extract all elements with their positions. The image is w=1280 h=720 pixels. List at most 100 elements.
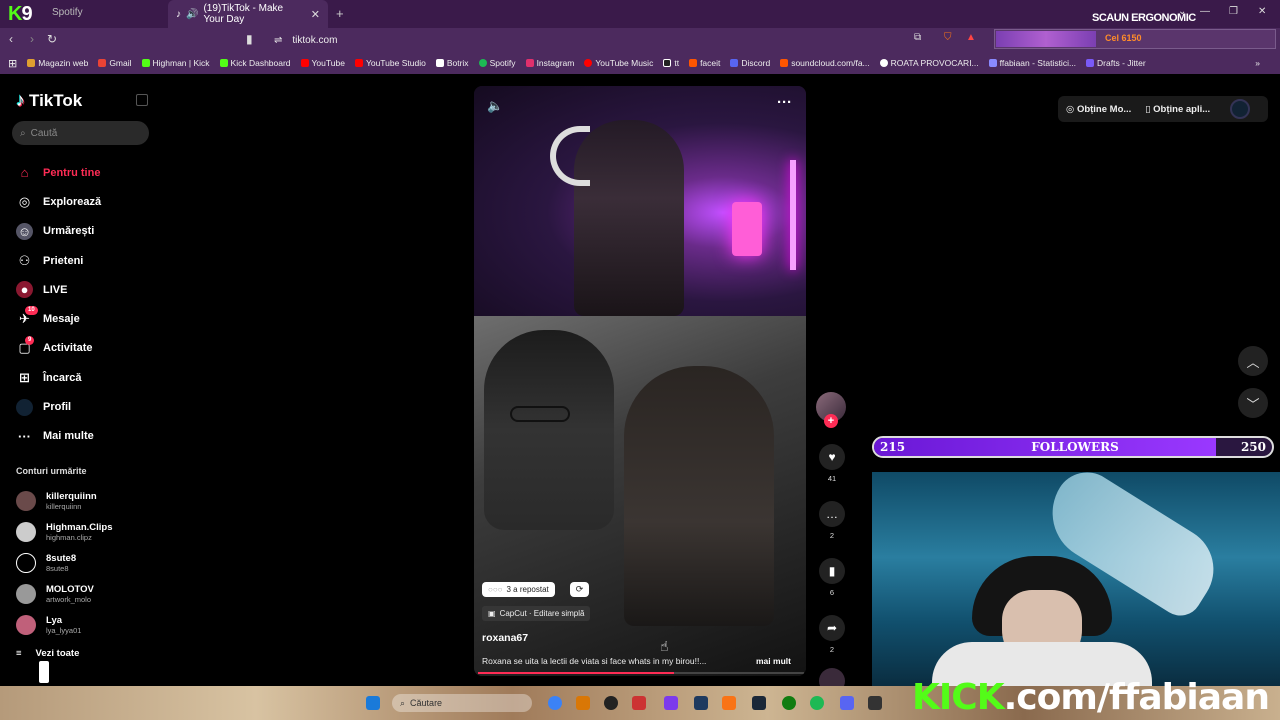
bookmark-item[interactable]: Magazin web xyxy=(27,58,88,68)
spotify-icon[interactable] xyxy=(810,696,824,710)
bookmark-item[interactable]: Botrix xyxy=(435,58,469,68)
repost-icon[interactable]: ⟳ xyxy=(570,582,589,597)
apps-grid-icon[interactable]: ⊞ xyxy=(8,57,17,70)
save-icon[interactable]: ▮ xyxy=(819,558,845,584)
forward-button[interactable]: › xyxy=(30,32,34,46)
app-icon[interactable] xyxy=(868,696,882,710)
see-all-button[interactable]: ≡ Vezi toate xyxy=(16,648,79,659)
more-link[interactable]: mai mult xyxy=(756,656,791,666)
video-options-icon[interactable]: ··· xyxy=(777,94,792,111)
bookmark-item[interactable]: Spotify xyxy=(478,58,516,68)
app-icon[interactable] xyxy=(632,696,646,710)
chrome-icon[interactable] xyxy=(548,696,562,710)
folder-icon[interactable] xyxy=(576,696,590,710)
bookmark-item[interactable]: ffabiaan - Statistici... xyxy=(988,58,1076,68)
bookmark-item[interactable]: ROATA PROVOCARI... xyxy=(879,58,979,68)
repost-pill[interactable]: ○○○ 3 a repostat xyxy=(482,582,555,597)
video-progress-bar[interactable] xyxy=(478,672,804,674)
xbox-icon[interactable] xyxy=(782,696,796,710)
chevron-down-icon[interactable]: ﹀ xyxy=(1238,388,1268,418)
bookmark-item[interactable]: faceit xyxy=(689,58,720,68)
more-icon: ··· xyxy=(18,428,31,444)
sidebar-item-friends[interactable]: ⚇ Prieteni xyxy=(16,246,101,275)
sidebar-item-more[interactable]: ··· Mai multe xyxy=(16,422,101,451)
translate-icon[interactable]: ⧉ xyxy=(914,32,921,43)
steam-icon[interactable] xyxy=(752,696,766,710)
brave-rewards-icon[interactable]: ▲ xyxy=(966,32,976,43)
live-icon: ● xyxy=(16,281,33,299)
brave-icon[interactable] xyxy=(722,696,736,710)
wheel-icon xyxy=(879,59,888,67)
jitter-icon xyxy=(1086,59,1095,67)
share-icon[interactable]: ➦ xyxy=(819,615,845,641)
list-item[interactable]: Lya lya_lyya01 xyxy=(16,609,113,640)
volume-icon[interactable]: 🔈 xyxy=(487,98,503,114)
tab-spotify[interactable]: Spotify xyxy=(52,7,83,18)
capcut-tag[interactable]: ▣ CapCut · Editare simplă xyxy=(482,606,591,621)
video-author[interactable]: roxana67 xyxy=(482,632,528,644)
sidebar-item-activity[interactable]: ▢ 9 Activitate xyxy=(16,334,101,363)
url-field[interactable]: ⇌ tiktok.com xyxy=(266,30,986,50)
maximize-button[interactable]: ❐ xyxy=(1229,6,1238,17)
list-item[interactable]: 8sute8 8sute8 xyxy=(16,548,113,579)
sidebar-item-messages[interactable]: ✈ 10 Mesaje xyxy=(16,304,101,333)
bookmark-item[interactable]: Discord xyxy=(730,58,770,68)
site-info-icon[interactable]: ⇌ xyxy=(274,35,282,46)
bookmark-item[interactable]: soundcloud.com/fa... xyxy=(780,58,870,68)
tab-list-chevron-icon[interactable]: ⌄ xyxy=(1178,6,1186,17)
bookmark-item[interactable]: YouTube Music xyxy=(584,58,653,68)
bookmark-item[interactable]: Instagram xyxy=(525,58,574,68)
bookmark-item[interactable]: Gmail xyxy=(98,58,132,68)
sidebar-item-for-you[interactable]: ⌂ Pentru tine xyxy=(16,158,101,187)
new-tab-button[interactable]: + xyxy=(336,6,344,21)
bookmark-item[interactable]: Kick Dashboard xyxy=(219,58,291,68)
video-actions: + ♥ 41 … 2 ▮ 6 ➦ 2 xyxy=(816,392,848,694)
profile-avatar[interactable] xyxy=(1230,99,1251,119)
follow-plus-icon[interactable]: + xyxy=(824,414,838,428)
reload-button[interactable]: ↻ xyxy=(47,32,57,46)
taskbar-search[interactable]: ⌕ Căutare xyxy=(392,694,532,712)
collapse-sidebar-icon[interactable] xyxy=(136,94,148,106)
sidebar-item-profile[interactable]: Profil xyxy=(16,392,101,421)
tiktok-icon xyxy=(663,59,672,67)
headphones-shape xyxy=(550,126,590,186)
brave-shield-icon[interactable]: ⛉ xyxy=(944,32,952,43)
bookmark-item[interactable]: tt xyxy=(663,58,679,68)
back-button[interactable]: ‹ xyxy=(9,32,13,46)
extension-banner xyxy=(996,31,1096,47)
minimize-button[interactable]: — xyxy=(1200,6,1210,17)
creator-avatar[interactable]: + xyxy=(816,392,846,428)
sidebar-item-explore[interactable]: ◎ Explorează xyxy=(16,187,101,216)
app-icon[interactable] xyxy=(694,696,708,710)
video-player[interactable]: 🔈 ··· ○○○ 3 a repostat ⟳ ▣ CapCut · Edit… xyxy=(474,86,806,676)
chevron-up-icon[interactable]: ︿ xyxy=(1238,346,1268,376)
tab-tiktok[interactable]: ♪ 🔊 (19)TikTok - Make Your Day ✕ xyxy=(168,0,328,28)
bookmark-item[interactable]: Highman | Kick xyxy=(141,58,210,68)
bookmark-item[interactable]: YouTube Studio xyxy=(354,58,426,68)
search-input[interactable]: ⌕ Caută xyxy=(12,121,149,145)
obs-icon[interactable] xyxy=(604,696,618,710)
home-icon: ⌂ xyxy=(20,165,29,181)
windows-start-icon[interactable] xyxy=(366,696,380,710)
extension-strip[interactable]: Cel 6150 xyxy=(994,29,1276,49)
more-bookmarks-icon[interactable]: » xyxy=(1255,58,1260,68)
tiktok-logo[interactable]: ♪ TikTok xyxy=(16,90,82,111)
bookmark-item[interactable]: YouTube xyxy=(300,58,345,68)
sidebar-item-upload[interactable]: ⊞ Încarcă xyxy=(16,363,101,392)
get-app-button[interactable]: ▯ Obține apli... xyxy=(1145,104,1210,115)
tab-close-icon[interactable]: ✕ xyxy=(311,8,320,21)
sidebar-item-following[interactable]: ☺ Urmărești xyxy=(16,217,101,246)
close-window-button[interactable]: ✕ xyxy=(1258,6,1266,17)
like-icon[interactable]: ♥ xyxy=(819,444,845,470)
list-item[interactable]: killerquiinn killerquiinn xyxy=(16,486,113,517)
list-item[interactable]: Highman.Clips highman.clipz xyxy=(16,517,113,548)
comment-icon[interactable]: … xyxy=(819,501,845,527)
sidebar-item-live[interactable]: ● LIVE xyxy=(16,275,101,304)
discord-icon[interactable] xyxy=(840,696,854,710)
messages-badge: 10 xyxy=(25,306,38,316)
get-coins-button[interactable]: ◎ Obține Mo... xyxy=(1066,104,1131,115)
bookmark-icon[interactable]: ▮ xyxy=(246,32,253,46)
list-item[interactable]: MOLOTOV artwork_molo xyxy=(16,578,113,609)
app-icon[interactable] xyxy=(664,696,678,710)
bookmark-item[interactable]: Drafts - Jitter xyxy=(1086,58,1146,68)
